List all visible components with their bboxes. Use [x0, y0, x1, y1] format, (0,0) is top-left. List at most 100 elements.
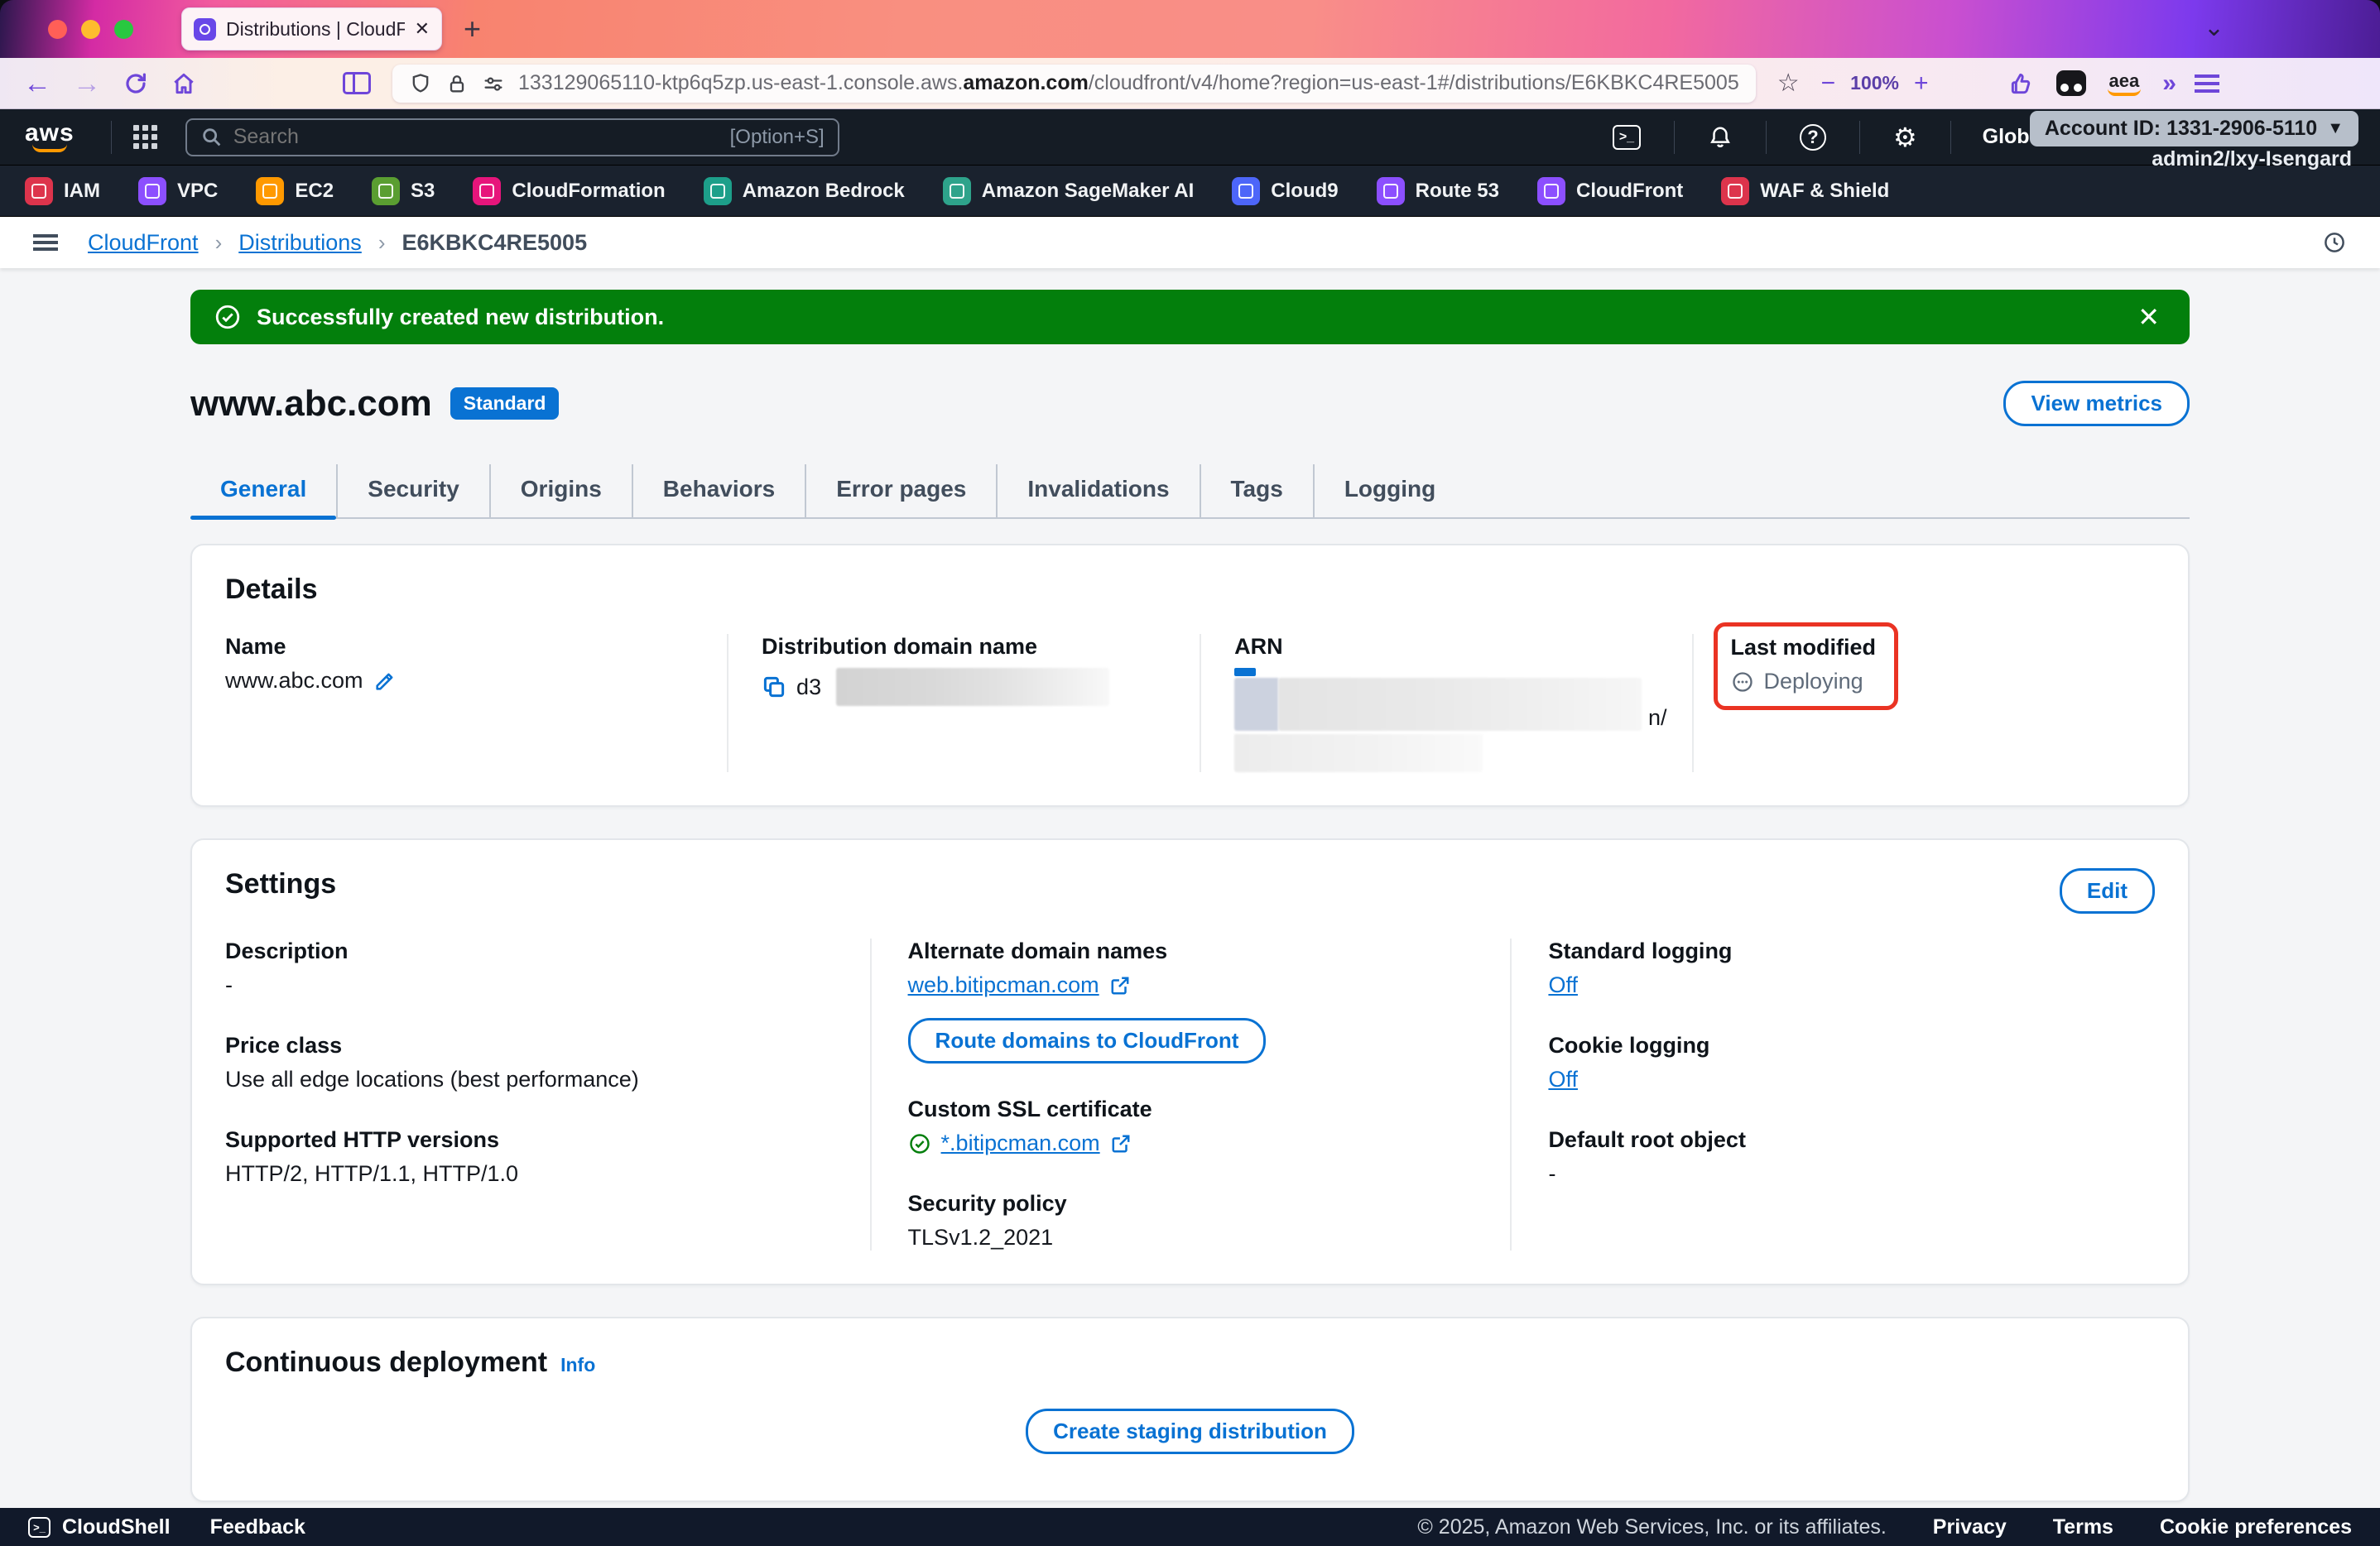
- cloudshell-terminal-icon: >_: [28, 1517, 50, 1538]
- back-button[interactable]: ←: [23, 70, 51, 98]
- cloudshell-footer-button[interactable]: >_ CloudShell: [28, 1515, 171, 1539]
- bookmark-star-icon[interactable]: ☆: [1777, 71, 1800, 96]
- favorite-ec2[interactable]: EC2: [256, 177, 334, 205]
- security-policy-value: TLSv1.2_2021: [908, 1225, 1478, 1251]
- sidebar-toggle-icon[interactable]: [343, 72, 371, 94]
- recent-history-icon[interactable]: [2322, 230, 2347, 255]
- tab-general[interactable]: General: [190, 464, 336, 517]
- favorite-route53[interactable]: Route 53: [1377, 177, 1499, 205]
- privacy-link[interactable]: Privacy: [1933, 1515, 2007, 1539]
- banner-close-icon[interactable]: ✕: [2131, 301, 2166, 333]
- favorite-cloudformation[interactable]: CloudFormation: [473, 177, 665, 205]
- privacy-extension-icon[interactable]: [2056, 70, 2086, 96]
- amazon-extension-icon[interactable]: aea: [2108, 70, 2142, 96]
- browser-tab-bar: Distributions | CloudFront | Glob ✕ + ⌄: [0, 0, 2380, 58]
- favorite-cloud9[interactable]: Cloud9: [1232, 177, 1338, 205]
- continuous-deployment-card: Continuous deployment Info Create stagin…: [190, 1317, 2190, 1502]
- terms-link[interactable]: Terms: [2053, 1515, 2113, 1539]
- favorite-iam[interactable]: IAM: [25, 177, 100, 205]
- alt-domain-link[interactable]: web.bitipcman.com: [908, 972, 1099, 998]
- favorite-s3[interactable]: S3: [372, 177, 435, 205]
- tab-origins[interactable]: Origins: [489, 464, 632, 517]
- edit-settings-button[interactable]: Edit: [2060, 868, 2155, 914]
- aws-search-bar[interactable]: [Option+S]: [185, 118, 839, 156]
- default-root-value: -: [1548, 1161, 2122, 1187]
- default-root-label: Default root object: [1548, 1127, 2122, 1153]
- breadcrumb-chevron-icon: ›: [215, 230, 223, 256]
- browser-window: Distributions | CloudFront | Glob ✕ + ⌄ …: [0, 0, 2380, 1546]
- tab-close-icon[interactable]: ✕: [415, 18, 430, 40]
- sagemaker-icon: [943, 177, 971, 205]
- lock-icon[interactable]: [445, 72, 469, 95]
- account-menu[interactable]: Account ID: 1331-2906-5110▼: [2030, 111, 2358, 146]
- cloudformation-icon: [473, 177, 501, 205]
- info-link[interactable]: Info: [560, 1354, 595, 1376]
- minimize-window-button[interactable]: [81, 20, 100, 39]
- forward-button[interactable]: →: [73, 70, 101, 98]
- browser-tab[interactable]: Distributions | CloudFront | Glob ✕: [181, 7, 442, 50]
- view-metrics-button[interactable]: View metrics: [2003, 381, 2190, 426]
- distribution-type-badge: Standard: [450, 387, 560, 420]
- settings-heading: Settings: [225, 868, 336, 900]
- route53-icon: [1377, 177, 1405, 205]
- cookie-preferences-link[interactable]: Cookie preferences: [2160, 1515, 2352, 1539]
- breadcrumb: CloudFront › Distributions › E6KBKC4RE50…: [0, 217, 2380, 268]
- favorite-cloudfront[interactable]: CloudFront: [1537, 177, 1683, 205]
- tab-security[interactable]: Security: [336, 464, 489, 517]
- shield-icon[interactable]: [409, 72, 432, 95]
- standard-logging-label: Standard logging: [1548, 939, 2122, 964]
- feedback-button[interactable]: Feedback: [210, 1515, 305, 1539]
- copyright-text: © 2025, Amazon Web Services, Inc. or its…: [1417, 1515, 1886, 1539]
- banner-message: Successfully created new distribution.: [257, 305, 2116, 330]
- home-button[interactable]: [171, 70, 197, 97]
- domain-redacted: [836, 668, 1109, 706]
- tab-tags[interactable]: Tags: [1200, 464, 1313, 517]
- edit-name-pencil-icon[interactable]: [373, 670, 397, 693]
- zoom-level[interactable]: 100%: [1850, 72, 1899, 94]
- tab-invalidations[interactable]: Invalidations: [996, 464, 1199, 517]
- breadcrumb-cloudfront[interactable]: CloudFront: [88, 230, 199, 256]
- favorite-vpc[interactable]: VPC: [138, 177, 218, 205]
- favorite-sagemaker[interactable]: Amazon SageMaker AI: [943, 177, 1195, 205]
- zoom-in-button[interactable]: +: [1914, 70, 1929, 98]
- services-grid-icon[interactable]: [133, 125, 157, 149]
- url-bar[interactable]: 133129065110-ktp6q5zp.us-east-1.console.…: [392, 65, 1756, 103]
- close-window-button[interactable]: [48, 20, 67, 39]
- favorite-bedrock[interactable]: Amazon Bedrock: [704, 177, 905, 205]
- breadcrumb-current: E6KBKC4RE5005: [401, 230, 587, 256]
- favorite-waf[interactable]: WAF & Shield: [1721, 177, 1889, 205]
- permissions-toggle-icon[interactable]: [482, 72, 505, 95]
- search-input[interactable]: [233, 125, 720, 149]
- details-heading: Details: [225, 574, 2155, 606]
- arn-label: ARN: [1234, 634, 1666, 660]
- aws-logo[interactable]: aws: [25, 122, 75, 152]
- notifications-bell-icon[interactable]: [1690, 125, 1751, 150]
- copy-domain-icon[interactable]: [762, 675, 786, 699]
- cloudshell-nav-icon[interactable]: >_: [1594, 125, 1659, 150]
- breadcrumb-distributions[interactable]: Distributions: [238, 230, 362, 256]
- external-link-icon[interactable]: [1110, 1133, 1132, 1155]
- standard-logging-link[interactable]: Off: [1548, 972, 1578, 997]
- zoom-out-button[interactable]: −: [1821, 70, 1836, 98]
- extension-thumb-icon[interactable]: [2008, 70, 2035, 97]
- create-staging-distribution-button[interactable]: Create staging distribution: [1026, 1409, 1354, 1454]
- reload-button[interactable]: [123, 70, 149, 97]
- route-domains-button[interactable]: Route domains to CloudFront: [908, 1018, 1267, 1063]
- side-menu-icon[interactable]: [33, 234, 58, 251]
- ssl-cert-link[interactable]: *.bitipcman.com: [941, 1131, 1100, 1156]
- description-label: Description: [225, 939, 837, 964]
- url-text[interactable]: 133129065110-ktp6q5zp.us-east-1.console.…: [518, 71, 1739, 95]
- toolbar-overflow-icon[interactable]: »: [2162, 70, 2173, 98]
- copy-arn-icon[interactable]: [1234, 668, 1256, 676]
- tab-behaviors[interactable]: Behaviors: [632, 464, 805, 517]
- external-link-icon[interactable]: [1109, 975, 1131, 996]
- cookie-logging-link[interactable]: Off: [1548, 1067, 1578, 1092]
- help-icon[interactable]: ?: [1781, 124, 1844, 151]
- tab-list-chevron-icon[interactable]: ⌄: [2204, 13, 2224, 42]
- settings-gear-icon[interactable]: ⚙: [1875, 124, 1935, 151]
- new-tab-button[interactable]: +: [464, 14, 481, 44]
- browser-menu-icon[interactable]: [2195, 74, 2219, 93]
- tab-error-pages[interactable]: Error pages: [805, 464, 996, 517]
- tab-logging[interactable]: Logging: [1313, 464, 1465, 517]
- maximize-window-button[interactable]: [114, 20, 133, 39]
